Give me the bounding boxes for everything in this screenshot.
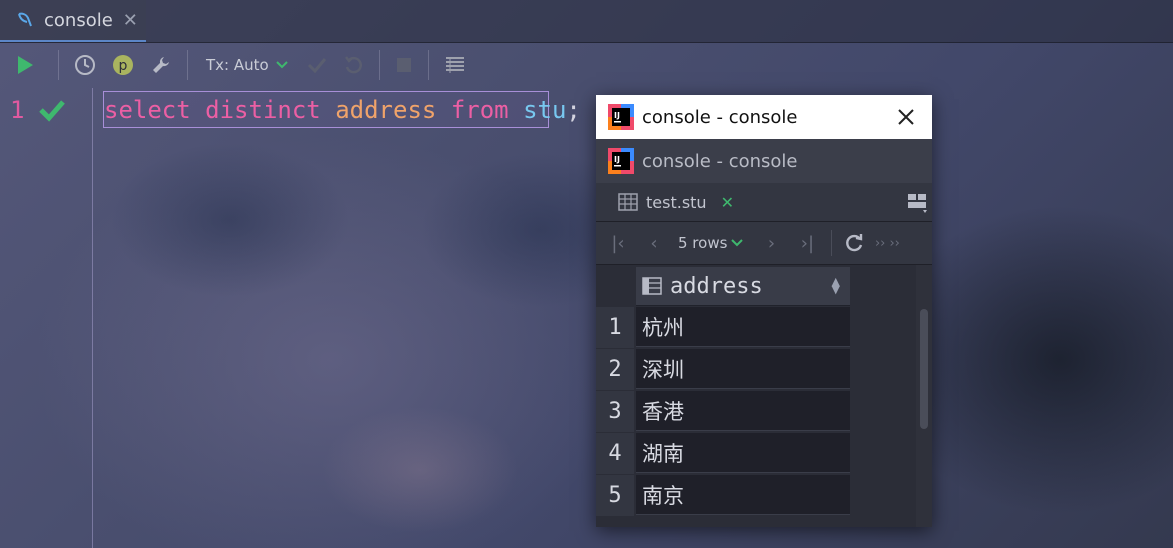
row-number: 4 bbox=[596, 433, 634, 474]
clock-icon bbox=[75, 55, 95, 75]
chevron-down-icon bbox=[731, 239, 744, 247]
commit-button[interactable] bbox=[299, 43, 335, 87]
layout-icon[interactable] bbox=[906, 191, 928, 213]
close-icon[interactable] bbox=[896, 107, 916, 127]
table-row[interactable]: 1 杭州 bbox=[596, 307, 851, 348]
toolbar-separator bbox=[58, 50, 59, 80]
toolbar-separator bbox=[187, 50, 188, 80]
row-count-label: 5 rows bbox=[678, 234, 728, 252]
play-icon bbox=[18, 56, 33, 74]
tab-label: console bbox=[44, 9, 113, 31]
database-console-icon bbox=[18, 12, 32, 27]
cell-address[interactable]: 杭州 bbox=[636, 307, 850, 347]
column-icon bbox=[642, 277, 662, 295]
intellij-icon: IJ bbox=[608, 148, 634, 174]
sql-statement[interactable]: select distinct address from stu; bbox=[104, 96, 581, 124]
result-popup-window: IJ console - console IJ console - consol… bbox=[596, 95, 932, 527]
previous-page-icon[interactable]: ‹ bbox=[636, 233, 672, 254]
scrollbar-thumb[interactable] bbox=[920, 309, 928, 429]
chevron-down-icon bbox=[275, 61, 288, 69]
refresh-icon[interactable] bbox=[844, 233, 864, 253]
svg-text:IJ: IJ bbox=[614, 111, 620, 120]
stop-button[interactable] bbox=[388, 43, 420, 87]
nav-separator bbox=[831, 230, 833, 256]
cell-address[interactable]: 南京 bbox=[636, 475, 850, 515]
next-page-icon[interactable]: › bbox=[753, 233, 789, 254]
popup-title-secondary: console - console bbox=[642, 150, 798, 172]
popup-title: console - console bbox=[642, 106, 798, 128]
tab-console[interactable]: console ✕ bbox=[0, 0, 146, 42]
intellij-icon: IJ bbox=[608, 104, 634, 130]
row-number: 1 bbox=[596, 307, 634, 348]
sort-icon[interactable]: ▲ ▼ bbox=[832, 276, 840, 295]
more-actions-icon[interactable]: ›› ›› bbox=[870, 236, 904, 251]
output-layout-button[interactable] bbox=[437, 43, 473, 87]
popup-titlebar-active[interactable]: IJ console - console bbox=[596, 95, 932, 139]
svg-text:p: p bbox=[119, 58, 128, 74]
statement-terminator: ; bbox=[566, 96, 581, 124]
cell-address[interactable]: 香港 bbox=[636, 391, 850, 431]
svg-text:IJ: IJ bbox=[614, 155, 620, 164]
popup-titlebar-inactive[interactable]: IJ console - console bbox=[596, 139, 932, 212]
rollback-button[interactable] bbox=[335, 43, 371, 87]
undo-icon bbox=[344, 56, 362, 74]
table-row[interactable]: 5 南京 bbox=[596, 475, 851, 516]
table-icon bbox=[618, 193, 638, 211]
editor-toolbar: p Tx: Auto bbox=[0, 43, 1173, 87]
table-row[interactable]: 2 深圳 bbox=[596, 349, 851, 390]
transaction-mode-dropdown[interactable]: Tx: Auto bbox=[196, 56, 299, 74]
editor-tab-bar: console ✕ bbox=[0, 0, 1173, 43]
row-number: 5 bbox=[596, 475, 634, 516]
first-page-icon[interactable]: |‹ bbox=[600, 233, 636, 254]
execute-button[interactable] bbox=[0, 43, 50, 87]
close-icon[interactable]: ✕ bbox=[123, 10, 138, 31]
row-number: 2 bbox=[596, 349, 634, 390]
profile-button[interactable]: p bbox=[103, 43, 143, 87]
tx-mode-label: Tx: Auto bbox=[206, 56, 269, 74]
p-circle-icon: p bbox=[113, 55, 133, 75]
result-tabs: test.stu ✕ bbox=[596, 183, 932, 222]
column-header-address[interactable]: address ▲ ▼ bbox=[636, 267, 850, 306]
row-number: 3 bbox=[596, 391, 634, 432]
wrench-icon bbox=[153, 57, 169, 73]
last-page-icon[interactable]: ›| bbox=[789, 233, 825, 254]
table-row[interactable]: 4 湖南 bbox=[596, 433, 851, 474]
column-header-label: address bbox=[670, 273, 763, 299]
settings-button[interactable] bbox=[143, 43, 179, 87]
stop-icon bbox=[396, 58, 411, 72]
column-name: address bbox=[335, 96, 437, 124]
cell-address[interactable]: 湖南 bbox=[636, 433, 850, 473]
row-count-dropdown[interactable]: 5 rows bbox=[678, 234, 744, 252]
table-row[interactable]: 3 香港 bbox=[596, 391, 851, 432]
keyword-from: from bbox=[450, 96, 509, 124]
result-navigation-bar: |‹ ‹ 5 rows › ›| ›› ›› bbox=[596, 222, 932, 265]
history-button[interactable] bbox=[67, 43, 103, 87]
table-name: stu bbox=[523, 96, 567, 124]
table-lines-icon bbox=[445, 57, 464, 73]
close-icon[interactable]: ✕ bbox=[721, 193, 734, 212]
toolbar-separator bbox=[378, 50, 380, 80]
vertical-scrollbar[interactable] bbox=[916, 265, 932, 527]
cell-address[interactable]: 深圳 bbox=[636, 349, 850, 389]
check-icon bbox=[307, 58, 326, 74]
toolbar-separator bbox=[427, 50, 429, 80]
result-tab-label[interactable]: test.stu bbox=[646, 193, 707, 212]
result-grid: address ▲ ▼ 1 杭州 2 深圳 3 香港 4 湖南 5 南京 bbox=[596, 265, 916, 527]
gutter-divider bbox=[92, 88, 93, 548]
execution-success-icon bbox=[39, 100, 65, 122]
line-number: 1 bbox=[10, 96, 25, 124]
keyword-distinct: distinct bbox=[205, 96, 321, 124]
keyword-select: select bbox=[104, 96, 191, 124]
